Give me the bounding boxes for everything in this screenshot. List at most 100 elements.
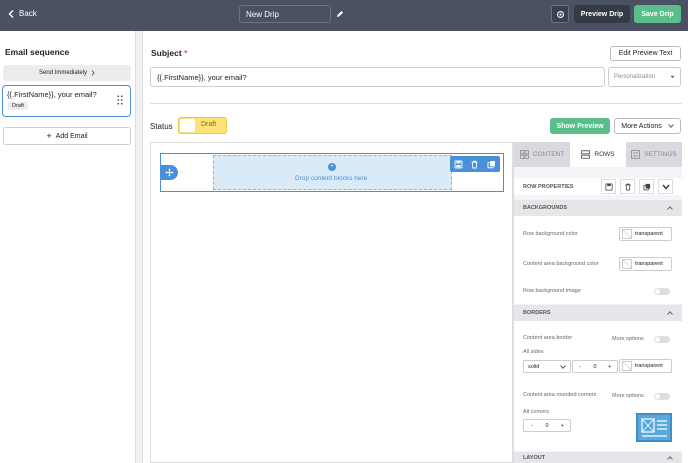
trash-icon (624, 183, 631, 191)
layout-title: LAYOUT (523, 455, 546, 461)
corners-more-options-switch[interactable] (654, 393, 670, 400)
send-timing-button[interactable]: Send Immediately (3, 65, 131, 81)
settings-sliders-icon (631, 150, 641, 159)
chevron-down-icon (667, 124, 674, 128)
decrement-button[interactable]: - (573, 364, 588, 370)
save-drip-button[interactable]: Save Drip (634, 5, 681, 23)
gear-icon (556, 10, 564, 18)
row-properties-title: ROW PROPERTIES (523, 183, 574, 190)
email-status-badge: Draft (8, 102, 28, 110)
chevron-down-icon (560, 364, 566, 369)
delete-row-button[interactable] (620, 179, 635, 194)
rounded-corners-label: Content area rounded corners (523, 392, 597, 398)
add-block-icon[interactable]: + (328, 163, 336, 171)
drag-handle-icon[interactable] (117, 95, 123, 105)
more-actions-label: More Actions (621, 122, 662, 130)
row-toolbar (450, 156, 500, 172)
increment-button[interactable]: + (602, 364, 617, 370)
content-border-label: Content area border (523, 335, 573, 341)
duplicate-row-button[interactable] (639, 179, 654, 194)
corner-radius-stepper[interactable]: - 0 + (523, 419, 571, 432)
content-bg-label: Content area background color (523, 261, 599, 267)
save-row-icon[interactable] (454, 160, 463, 169)
save-row-button[interactable] (601, 179, 616, 194)
transparent-swatch-icon (622, 229, 632, 239)
layout-thumbnail[interactable] (636, 413, 672, 442)
border-width-stepper[interactable]: - 0 + (572, 360, 618, 373)
add-email-button[interactable]: + Add Email (3, 127, 131, 145)
image-placeholder-icon (641, 418, 667, 437)
settings-button[interactable] (551, 5, 569, 23)
header-divider (150, 103, 682, 104)
content-bg-color-picker[interactable]: transparent (619, 257, 672, 271)
save-icon (604, 182, 613, 191)
row-bg-image-label: Row background image (523, 288, 581, 294)
border-more-options-switch[interactable] (654, 336, 670, 343)
chevron-up-icon (667, 311, 673, 315)
border-color-picker[interactable]: transparent (619, 359, 672, 373)
chevron-right-icon (91, 70, 95, 76)
personalization-select[interactable]: Personalization (608, 67, 681, 87)
row-move-handle[interactable] (161, 165, 178, 180)
content-drop-zone[interactable] (213, 155, 452, 190)
caret-down-icon (670, 75, 675, 79)
row-bg-label: Row background color (523, 231, 578, 237)
subject-label: Subject * (151, 48, 188, 58)
edit-preview-text-button[interactable]: Edit Preview Text (610, 46, 681, 61)
tab-rows[interactable]: ROWS (570, 142, 626, 167)
duplicate-icon[interactable] (487, 160, 496, 169)
tab-settings[interactable]: SETTINGS (626, 142, 682, 167)
chevron-up-icon (667, 206, 673, 210)
borders-title: BORDERS (523, 310, 551, 316)
trash-icon[interactable] (470, 160, 479, 169)
status-value: Draft (201, 121, 217, 128)
backgrounds-section-header[interactable]: BACKGROUNDS (514, 200, 682, 216)
required-mark: * (184, 48, 188, 58)
status-label: Status (150, 122, 173, 131)
corner-radius-value[interactable]: 0 (539, 423, 554, 429)
duplicate-icon (642, 183, 650, 190)
decrement-button[interactable]: - (524, 423, 539, 429)
send-timing-label: Send Immediately (38, 70, 88, 76)
plus-icon: + (46, 130, 52, 141)
rows-icon (581, 150, 591, 159)
back-button[interactable]: Back (8, 9, 37, 18)
show-preview-button[interactable]: Show Preview (550, 118, 610, 134)
grid-icon (519, 150, 529, 159)
chevron-up-icon (667, 456, 673, 460)
border-style-select[interactable]: solid (523, 360, 571, 373)
subject-input[interactable]: {{.FirstName}}, your email? (150, 67, 605, 87)
border-width-value[interactable]: 0 (588, 364, 603, 370)
more-actions-button[interactable]: More Actions (614, 118, 681, 134)
row-bg-image-switch[interactable] (654, 288, 670, 295)
drop-zone-text: Drop content blocks here (295, 175, 368, 182)
tab-content-label: CONTENT (532, 151, 565, 158)
sidebar-separator (136, 31, 143, 463)
borders-section-header[interactable]: BORDERS (514, 305, 682, 321)
personalization-placeholder: Personalization (614, 74, 656, 80)
add-email-label: Add Email (55, 132, 88, 140)
row-properties-header: ROW PROPERTIES (514, 178, 682, 195)
content-bg-value: transparent (635, 261, 663, 267)
sequence-title: Email sequence (5, 47, 70, 57)
tab-settings-label: SETTINGS (644, 151, 677, 158)
border-style-value: solid (528, 363, 540, 370)
email-card-subject: {{.FirstName}}, your email? (7, 90, 97, 99)
transparent-swatch-icon (622, 361, 632, 371)
backgrounds-title: BACKGROUNDS (523, 205, 567, 211)
more-options-label: More options (612, 336, 644, 342)
preview-drip-button[interactable]: Preview Drip (574, 5, 630, 23)
row-bg-value: transparent (635, 231, 663, 237)
status-toggle-knob (180, 119, 195, 132)
transparent-swatch-icon (622, 259, 632, 269)
chevron-down-icon (662, 184, 669, 189)
drip-name-input[interactable]: New Drip (239, 5, 331, 23)
all-corners-label: All corners (523, 409, 549, 415)
layout-section-header[interactable]: LAYOUT (514, 452, 682, 463)
move-icon (165, 168, 174, 177)
increment-button[interactable]: + (555, 423, 570, 429)
pencil-icon[interactable] (336, 10, 344, 18)
collapse-row-button[interactable] (658, 179, 673, 194)
tab-content[interactable]: CONTENT (514, 142, 570, 167)
row-bg-color-picker[interactable]: transparent (619, 227, 672, 241)
